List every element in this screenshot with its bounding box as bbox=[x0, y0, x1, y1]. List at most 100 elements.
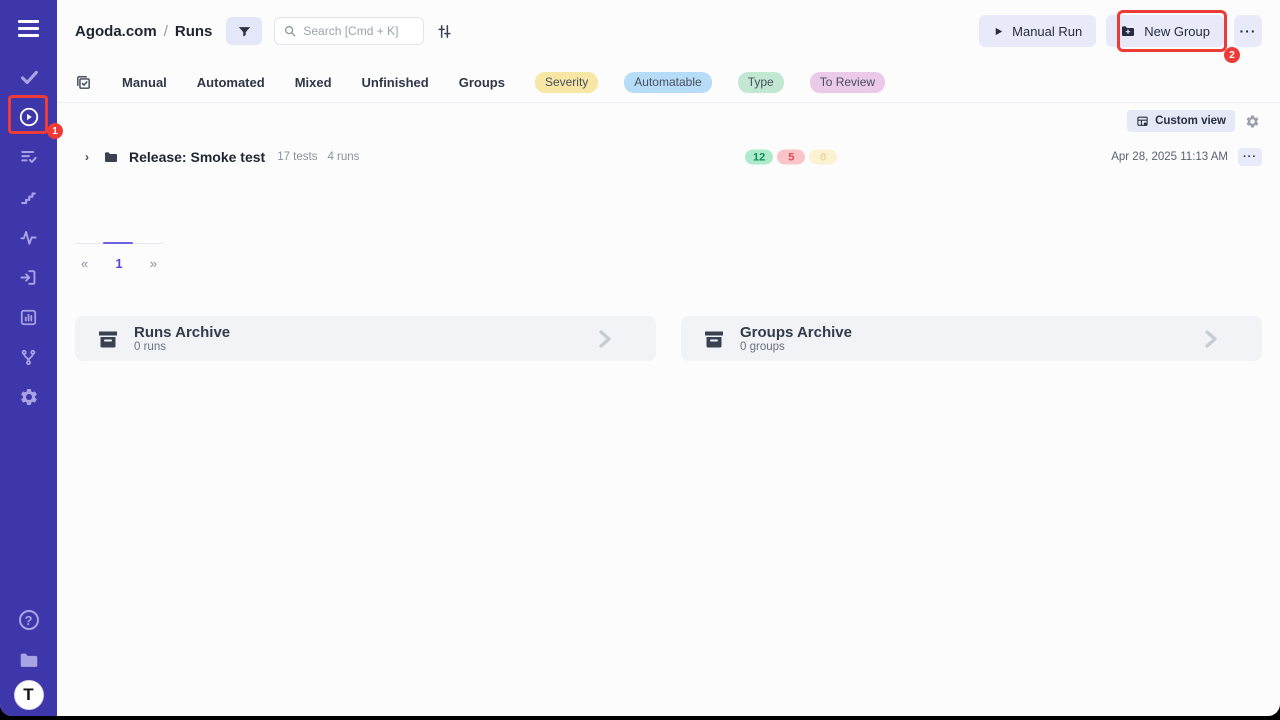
filter-row: Manual Automated Mixed Unfinished Groups… bbox=[57, 62, 1280, 103]
result-pills: 12 5 0 bbox=[745, 150, 837, 165]
chevron-right-icon bbox=[1198, 327, 1222, 351]
new-group-button[interactable]: New Group bbox=[1106, 15, 1224, 47]
run-group-meta: 17 tests 4 runs bbox=[277, 151, 359, 163]
view-toolbar: Custom view bbox=[57, 109, 1280, 133]
pulse-icon bbox=[19, 228, 38, 247]
check-icon bbox=[18, 66, 40, 88]
runs-count: 4 runs bbox=[327, 151, 359, 163]
card-subtitle: 0 groups bbox=[740, 341, 852, 354]
list-check-icon bbox=[19, 147, 39, 167]
tab-mixed[interactable]: Mixed bbox=[295, 75, 332, 90]
tab-manual[interactable]: Manual bbox=[122, 75, 167, 90]
help-icon: ? bbox=[19, 610, 39, 630]
play-icon bbox=[993, 26, 1004, 37]
card-text: Runs Archive 0 runs bbox=[134, 324, 230, 354]
sidebar-item-defects[interactable] bbox=[0, 337, 57, 377]
main-content: Agoda.com / Runs Manual Run bbox=[57, 0, 1280, 716]
run-group-row[interactable]: › Release: Smoke test 17 tests 4 runs 12… bbox=[57, 141, 1280, 173]
sidebar-item-milestones[interactable] bbox=[0, 177, 57, 217]
card-subtitle: 0 runs bbox=[134, 341, 230, 354]
sidebar-item-activity[interactable] bbox=[0, 217, 57, 257]
folder-icon bbox=[18, 649, 40, 671]
sidebar-item-settings[interactable] bbox=[0, 377, 57, 417]
select-all-icon bbox=[75, 74, 92, 91]
folder-plus-icon bbox=[1120, 23, 1136, 39]
pagination: « 1 » bbox=[75, 243, 163, 271]
table-gear-icon bbox=[1136, 115, 1149, 128]
sidebar-item-plans[interactable] bbox=[0, 137, 57, 177]
sign-in-icon bbox=[19, 268, 38, 287]
page-1-button[interactable]: 1 bbox=[115, 256, 122, 271]
view-settings-button[interactable] bbox=[1245, 114, 1260, 129]
sidebar: ? T bbox=[0, 0, 57, 716]
custom-view-button[interactable]: Custom view bbox=[1127, 110, 1235, 132]
tab-groups[interactable]: Groups bbox=[459, 75, 505, 90]
search bbox=[274, 17, 424, 45]
funnel-icon bbox=[237, 24, 252, 39]
badge-type[interactable]: Type bbox=[738, 72, 784, 93]
runs-archive-card[interactable]: Runs Archive 0 runs bbox=[75, 316, 656, 361]
page-title: Runs bbox=[175, 23, 213, 40]
more-actions-button[interactable]: ··· bbox=[1234, 15, 1262, 47]
sidebar-item-reports[interactable] bbox=[0, 297, 57, 337]
bar-chart-icon bbox=[19, 308, 38, 327]
groups-archive-card[interactable]: Groups Archive 0 groups bbox=[681, 316, 1262, 361]
breadcrumb-separator: / bbox=[164, 23, 168, 40]
failed-pill: 5 bbox=[777, 150, 805, 165]
header-actions: Manual Run New Group ··· bbox=[979, 15, 1262, 47]
projects-button[interactable] bbox=[0, 640, 57, 680]
tab-unfinished[interactable]: Unfinished bbox=[362, 75, 429, 90]
manual-run-button[interactable]: Manual Run bbox=[979, 15, 1096, 47]
manual-run-label: Manual Run bbox=[1012, 24, 1082, 39]
avatar[interactable]: T bbox=[14, 680, 44, 710]
app-window: ? T Agoda.com / Runs bbox=[0, 0, 1280, 716]
expand-chevron-icon[interactable]: › bbox=[85, 150, 89, 164]
gear-icon bbox=[19, 387, 39, 407]
breadcrumb-project[interactable]: Agoda.com bbox=[75, 23, 157, 40]
archive-cards: Runs Archive 0 runs Groups Archive 0 gro… bbox=[75, 316, 1262, 361]
steps-icon bbox=[19, 188, 38, 207]
filter-badges: Severity Automatable Type To Review bbox=[535, 72, 885, 93]
page-header: Agoda.com / Runs Manual Run bbox=[57, 0, 1280, 62]
passed-pill: 12 bbox=[745, 150, 773, 165]
skipped-pill: 0 bbox=[809, 150, 837, 165]
sidebar-item-runs[interactable] bbox=[0, 97, 57, 137]
ellipsis-icon: ··· bbox=[1243, 151, 1257, 163]
archive-icon bbox=[96, 327, 120, 351]
sidebar-item-requirements[interactable] bbox=[0, 257, 57, 297]
card-title: Groups Archive bbox=[740, 324, 852, 341]
badge-automatable[interactable]: Automatable bbox=[624, 72, 711, 93]
card-title: Runs Archive bbox=[134, 324, 230, 341]
badge-to-review[interactable]: To Review bbox=[810, 72, 885, 93]
adjustments-icon bbox=[436, 23, 453, 40]
row-more-button[interactable]: ··· bbox=[1238, 148, 1262, 166]
card-text: Groups Archive 0 groups bbox=[740, 324, 852, 354]
run-group-title[interactable]: Release: Smoke test bbox=[129, 149, 265, 165]
ellipsis-icon: ··· bbox=[1240, 23, 1257, 39]
next-page-button[interactable]: » bbox=[150, 256, 157, 271]
breadcrumb: Agoda.com / Runs bbox=[75, 23, 212, 40]
new-group-label: New Group bbox=[1144, 24, 1210, 39]
tab-automated[interactable]: Automated bbox=[197, 75, 265, 90]
branch-icon bbox=[19, 348, 38, 367]
tests-count: 17 tests bbox=[277, 151, 317, 163]
sidebar-item-cases[interactable] bbox=[0, 57, 57, 97]
search-icon bbox=[283, 24, 297, 38]
badge-severity[interactable]: Severity bbox=[535, 72, 598, 93]
run-group-right: Apr 28, 2025 11:13 AM ··· bbox=[1111, 148, 1262, 166]
archive-icon bbox=[702, 327, 726, 351]
select-all-button[interactable] bbox=[75, 74, 92, 91]
hamburger-icon bbox=[18, 20, 39, 37]
chevron-right-icon bbox=[592, 327, 616, 351]
filter-button[interactable] bbox=[226, 17, 262, 45]
active-page-indicator bbox=[103, 242, 133, 244]
adjustments-button[interactable] bbox=[436, 23, 453, 40]
prev-page-button[interactable]: « bbox=[81, 256, 88, 271]
gear-icon bbox=[1245, 114, 1260, 129]
play-circle-icon bbox=[18, 106, 40, 128]
run-group-date: Apr 28, 2025 11:13 AM bbox=[1111, 151, 1228, 163]
custom-view-label: Custom view bbox=[1155, 115, 1226, 127]
menu-button[interactable] bbox=[0, 0, 57, 57]
folder-icon bbox=[103, 149, 119, 165]
help-button[interactable]: ? bbox=[0, 600, 57, 640]
